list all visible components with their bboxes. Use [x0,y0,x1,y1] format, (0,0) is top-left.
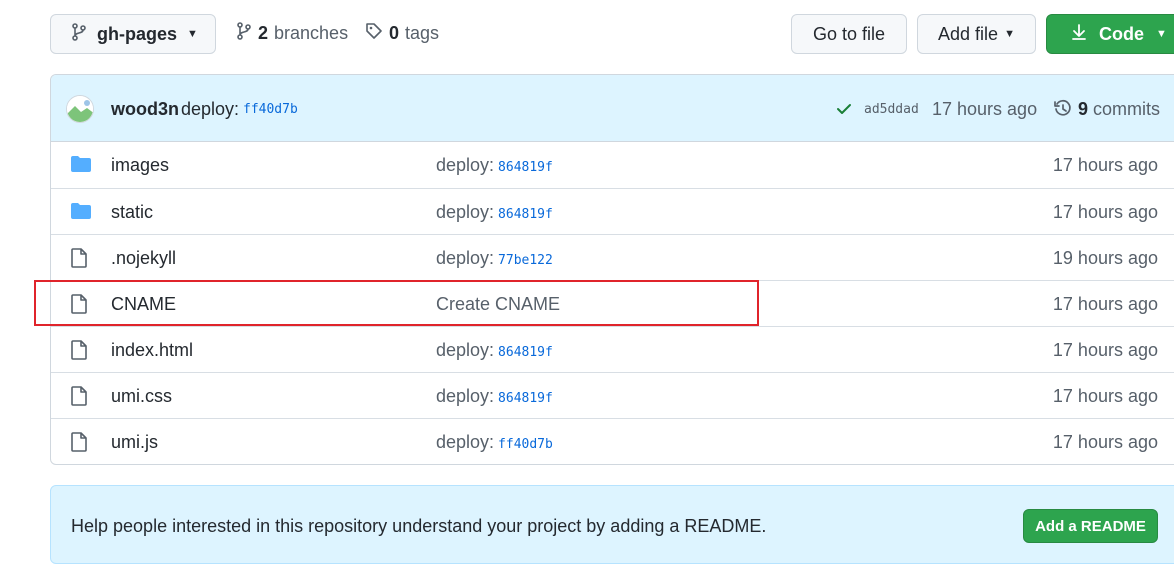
readme-prompt-text: Help people interested in this repositor… [71,516,767,536]
add-file-button[interactable]: Add file ▼ [917,14,1036,54]
file-age: 17 hours ago [1052,340,1158,360]
file-age: 17 hours ago [1052,294,1158,314]
file-age: 17 hours ago [1052,386,1158,406]
file-list: wood3n deploy: ff40d7b ad5ddad 17 hours … [50,74,1174,465]
commit-time: 17 hours ago [932,99,1038,119]
commit-hash-link[interactable]: 864819f [498,160,553,175]
file-row[interactable]: CNAME Create CNAME 17 hours ago [51,280,1174,326]
caret-down-icon: ▼ [187,28,198,40]
commit-hash-link[interactable]: ff40d7b [243,102,298,117]
commit-author[interactable]: wood3n [111,99,179,120]
file-name-link[interactable]: static [111,202,153,223]
file-age: 19 hours ago [1052,248,1158,268]
branches-label: branches [274,23,349,43]
commit-message-text: deploy: [436,202,495,222]
file-row[interactable]: images deploy: 864819f 17 hours ago [51,142,1174,188]
tags-count: 0 [389,23,400,43]
folder-icon [70,202,92,225]
file-commit-message[interactable]: deploy: 864819f [436,202,553,223]
commit-message-text: deploy: [436,155,495,175]
tags-link[interactable]: 0 tags [365,22,439,45]
repo-toolbar: gh-pages ▼ 2 branches 0 tags Go to file … [0,0,1174,70]
history-icon [1053,99,1073,124]
commits-count: 9 [1078,99,1089,119]
file-row[interactable]: umi.js deploy: ff40d7b 17 hours ago [51,418,1174,464]
commit-message-text: Create CNAME [436,294,561,314]
file-name-link[interactable]: images [111,155,169,176]
branch-selector-button[interactable]: gh-pages ▼ [50,14,216,54]
file-name-link[interactable]: .nojekyll [111,248,176,269]
file-icon [70,386,88,411]
add-file-label: Add file [938,23,999,44]
commit-message-text: deploy: [436,386,495,406]
tags-label: tags [405,23,440,43]
caret-down-icon: ▼ [1004,28,1015,40]
readme-banner: Help people interested in this repositor… [50,485,1174,564]
folder-icon [70,155,92,178]
commit-message-text: deploy: [436,432,495,452]
file-icon [70,248,88,273]
download-icon [1071,23,1087,46]
avatar[interactable] [66,95,94,123]
commit-message-text: deploy: [436,248,495,268]
file-row[interactable]: static deploy: 864819f 17 hours ago [51,188,1174,234]
branches-count: 2 [258,23,269,43]
file-row[interactable]: index.html deploy: 864819f 17 hours ago [51,326,1174,372]
commit-hash-link[interactable]: 864819f [498,345,553,360]
file-icon [70,340,88,365]
commits-label: commits [1093,99,1161,119]
file-icon [70,432,88,457]
file-row[interactable]: umi.css deploy: 864819f 17 hours ago [51,372,1174,418]
git-branch-icon [236,22,252,45]
file-commit-message[interactable]: deploy: 864819f [436,155,553,176]
file-icon [70,294,88,319]
file-age: 17 hours ago [1052,202,1158,222]
latest-commit-bar: wood3n deploy: ff40d7b ad5ddad 17 hours … [51,75,1174,142]
add-readme-button[interactable]: Add a README [1023,509,1158,543]
code-button[interactable]: Code ▼ [1046,14,1174,54]
latest-commit-hash[interactable]: ad5ddad [864,102,919,117]
file-name-link[interactable]: index.html [111,340,193,361]
file-name-link[interactable]: umi.js [111,432,158,453]
file-commit-message[interactable]: deploy: ff40d7b [436,432,553,453]
code-label: Code [1099,23,1144,44]
file-age: 17 hours ago [1052,155,1158,175]
file-commit-message[interactable]: deploy: 864819f [436,386,553,407]
file-commit-message[interactable]: Create CNAME [436,294,560,315]
branch-name: gh-pages [97,23,178,44]
commit-hash-link[interactable]: ff40d7b [498,437,553,452]
tag-icon [365,22,383,45]
git-branch-icon [71,22,87,46]
file-row[interactable]: .nojekyll deploy: 77be122 19 hours ago [51,234,1174,280]
commit-message[interactable]: deploy: [181,99,239,120]
commits-link[interactable]: 9 commits [1078,99,1160,120]
commit-hash-link[interactable]: 77be122 [498,253,553,268]
file-commit-message[interactable]: deploy: 77be122 [436,248,553,269]
file-name-link[interactable]: umi.css [111,386,172,407]
caret-down-icon: ▼ [1156,28,1167,40]
commit-hash-link[interactable]: 864819f [498,207,553,222]
commit-message-text: deploy: [436,340,495,360]
file-commit-message[interactable]: deploy: 864819f [436,340,553,361]
file-age: 17 hours ago [1052,432,1158,452]
branches-link[interactable]: 2 branches [236,22,348,45]
file-name-link[interactable]: CNAME [111,294,176,315]
check-icon[interactable] [835,100,853,123]
go-to-file-button[interactable]: Go to file [791,14,907,54]
commit-hash-link[interactable]: 864819f [498,391,553,406]
file-rows: images deploy: 864819f 17 hours ago static de… [51,142,1174,464]
